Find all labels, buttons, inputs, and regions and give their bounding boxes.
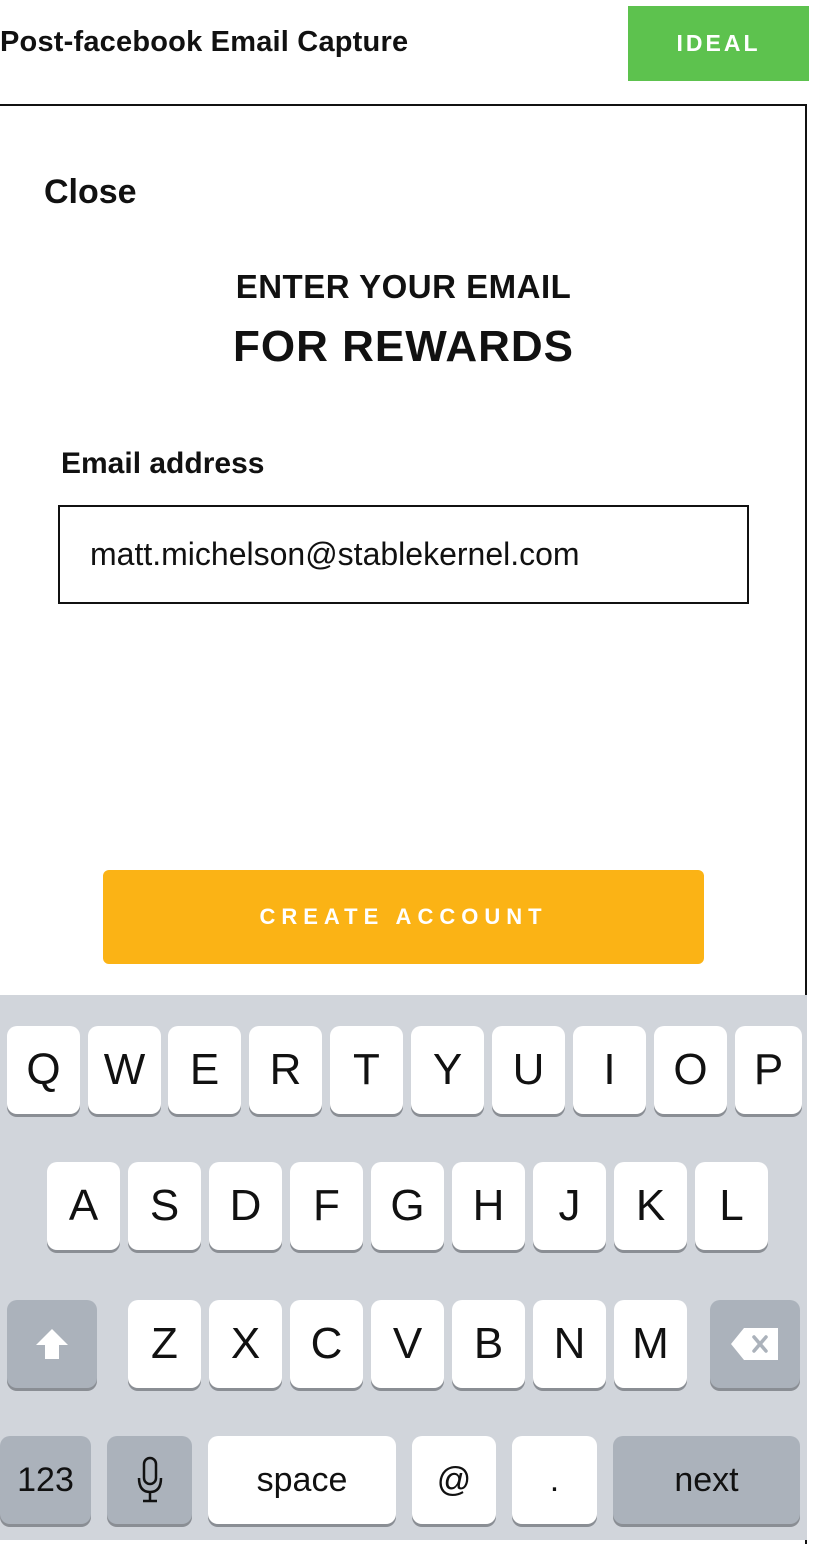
space-key[interactable]: space xyxy=(208,1436,396,1524)
email-field[interactable] xyxy=(58,505,749,604)
key-h[interactable]: H xyxy=(452,1162,525,1250)
keyboard: Q W E R T Y U I O P A S D F G H J K L Z … xyxy=(0,995,807,1540)
heading-line-1: ENTER YOUR EMAIL xyxy=(235,268,572,305)
close-button[interactable]: Close xyxy=(44,173,137,212)
key-o[interactable]: O xyxy=(654,1026,727,1114)
key-j[interactable]: J xyxy=(533,1162,606,1250)
key-t[interactable]: T xyxy=(330,1026,403,1114)
numbers-key[interactable]: 123 xyxy=(0,1436,91,1524)
email-label: Email address xyxy=(61,447,265,480)
shift-key[interactable] xyxy=(7,1300,97,1388)
shift-arrow-icon xyxy=(34,1327,70,1361)
backspace-icon xyxy=(730,1327,780,1361)
microphone-icon xyxy=(137,1456,163,1504)
page-caption: Post-facebook Email Capture xyxy=(0,26,409,58)
heading-line-2: FOR REWARDS xyxy=(233,322,574,371)
at-key[interactable]: @ xyxy=(412,1436,496,1524)
ideal-badge: IDEAL xyxy=(628,6,809,81)
key-k[interactable]: K xyxy=(614,1162,687,1250)
key-u[interactable]: U xyxy=(492,1026,565,1114)
delete-key[interactable] xyxy=(710,1300,800,1388)
key-y[interactable]: Y xyxy=(411,1026,484,1114)
key-p[interactable]: P xyxy=(735,1026,802,1114)
create-account-button[interactable]: CREATE ACCOUNT xyxy=(103,870,704,964)
key-x[interactable]: X xyxy=(209,1300,282,1388)
key-g[interactable]: G xyxy=(371,1162,444,1250)
key-b[interactable]: B xyxy=(452,1300,525,1388)
key-i[interactable]: I xyxy=(573,1026,646,1114)
key-s[interactable]: S xyxy=(128,1162,201,1250)
key-n[interactable]: N xyxy=(533,1300,606,1388)
key-r[interactable]: R xyxy=(249,1026,322,1114)
key-v[interactable]: V xyxy=(371,1300,444,1388)
key-c[interactable]: C xyxy=(290,1300,363,1388)
next-key[interactable]: next xyxy=(613,1436,800,1524)
period-key[interactable]: . xyxy=(512,1436,597,1524)
key-w[interactable]: W xyxy=(88,1026,161,1114)
key-d[interactable]: D xyxy=(209,1162,282,1250)
key-l[interactable]: L xyxy=(695,1162,768,1250)
key-a[interactable]: A xyxy=(47,1162,120,1250)
key-q[interactable]: Q xyxy=(7,1026,80,1114)
key-z[interactable]: Z xyxy=(128,1300,201,1388)
key-m[interactable]: M xyxy=(614,1300,687,1388)
key-e[interactable]: E xyxy=(168,1026,241,1114)
key-f[interactable]: F xyxy=(290,1162,363,1250)
dictation-key[interactable] xyxy=(107,1436,192,1524)
